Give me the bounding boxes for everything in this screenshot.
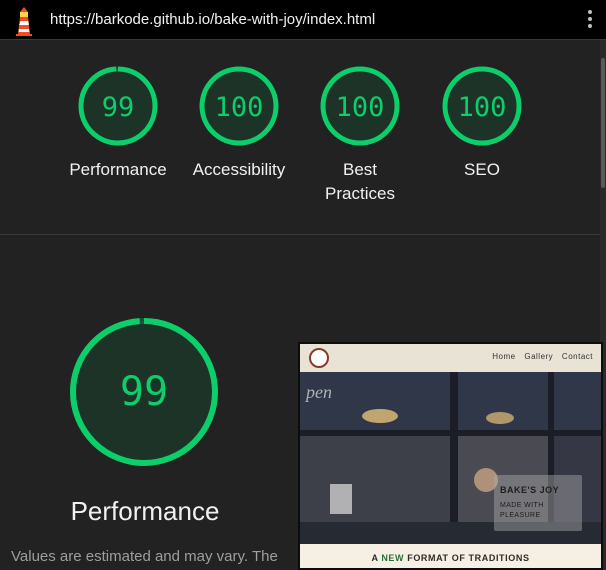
thumbnail-hero-card: BAKE'S JOY MADE WITH PLEASURE: [494, 475, 582, 531]
thumbnail-nav-home: Home: [492, 352, 516, 361]
metrics-disclaimer: Values are estimated and may vary. The: [11, 548, 278, 565]
gauge-best-practices-ring: 100: [320, 66, 400, 146]
thumbnail-nav-contact: Contact: [561, 352, 593, 361]
gauge-accessibility-label: Accessibility: [192, 160, 286, 179]
thumbnail-tagline-band: A NEW FORMAT OF TRADITIONS: [300, 544, 601, 568]
gauge-performance-label: Performance: [69, 160, 167, 179]
thumbnail-logo-icon: [309, 348, 329, 368]
gauge-best-practices-label-line2: Practices: [325, 184, 395, 203]
gauge-best-practices-score: 100: [336, 92, 385, 123]
page-url: https://barkode.github.io/bake-with-joy/…: [50, 11, 376, 28]
scrollbar-thumb[interactable]: [601, 58, 605, 188]
thumbnail-hero-title: BAKE'S JOY: [500, 485, 560, 495]
thumbnail-hero-subtitle: MADE WITH PLEASURE: [500, 501, 544, 521]
gauge-accessibility-ring: 100: [199, 66, 279, 146]
tagline-suffix: FORMAT OF TRADITIONS: [404, 553, 530, 563]
gauge-accessibility-score: 100: [215, 92, 264, 123]
gauge-performance-ring: 99: [78, 66, 158, 146]
performance-title: Performance: [70, 496, 220, 526]
thumbnail-tagline: A NEW FORMAT OF TRADITIONS: [300, 553, 601, 563]
kebab-menu-icon[interactable]: [583, 8, 597, 32]
gauge-performance[interactable]: 99 Performance: [58, 64, 178, 182]
thumbnail-hero-subtitle-line1: MADE WITH: [500, 502, 544, 509]
thumbnail-nav-links: Home Gallery Contact: [486, 352, 593, 361]
gauge-seo-label: SEO: [464, 160, 500, 179]
thumbnail-navbar: Home Gallery Contact: [300, 344, 601, 372]
gauge-best-practices-label-line1: Best: [342, 160, 378, 179]
performance-large-gauge: 99: [70, 318, 218, 466]
gauge-performance-score: 99: [102, 92, 135, 123]
final-screenshot-thumbnail[interactable]: Home Gallery Contact pen BAKE'S JOY MADE…: [298, 342, 603, 570]
gauge-seo-score: 100: [458, 92, 507, 123]
gauge-seo-ring: 100: [442, 66, 522, 146]
gauge-best-practices[interactable]: 100 Best Practices: [300, 64, 420, 206]
thumbnail-nav-gallery: Gallery: [524, 352, 554, 361]
thumbnail-shop-sign: pen: [304, 382, 332, 402]
thumbnail-hero-subtitle-line2: PLEASURE: [500, 512, 541, 519]
top-bar: https://barkode.github.io/bake-with-joy/…: [0, 0, 606, 40]
gauge-seo[interactable]: 100 SEO: [422, 64, 542, 182]
tagline-prefix: A: [371, 553, 382, 563]
gauge-best-practices-label: Best Practices: [300, 158, 420, 206]
tagline-accent: NEW: [381, 553, 405, 563]
gauge-accessibility[interactable]: 100 Accessibility: [179, 64, 299, 182]
lighthouse-icon: [16, 7, 32, 36]
performance-large-score: 99: [120, 369, 168, 415]
section-divider: [0, 234, 600, 235]
